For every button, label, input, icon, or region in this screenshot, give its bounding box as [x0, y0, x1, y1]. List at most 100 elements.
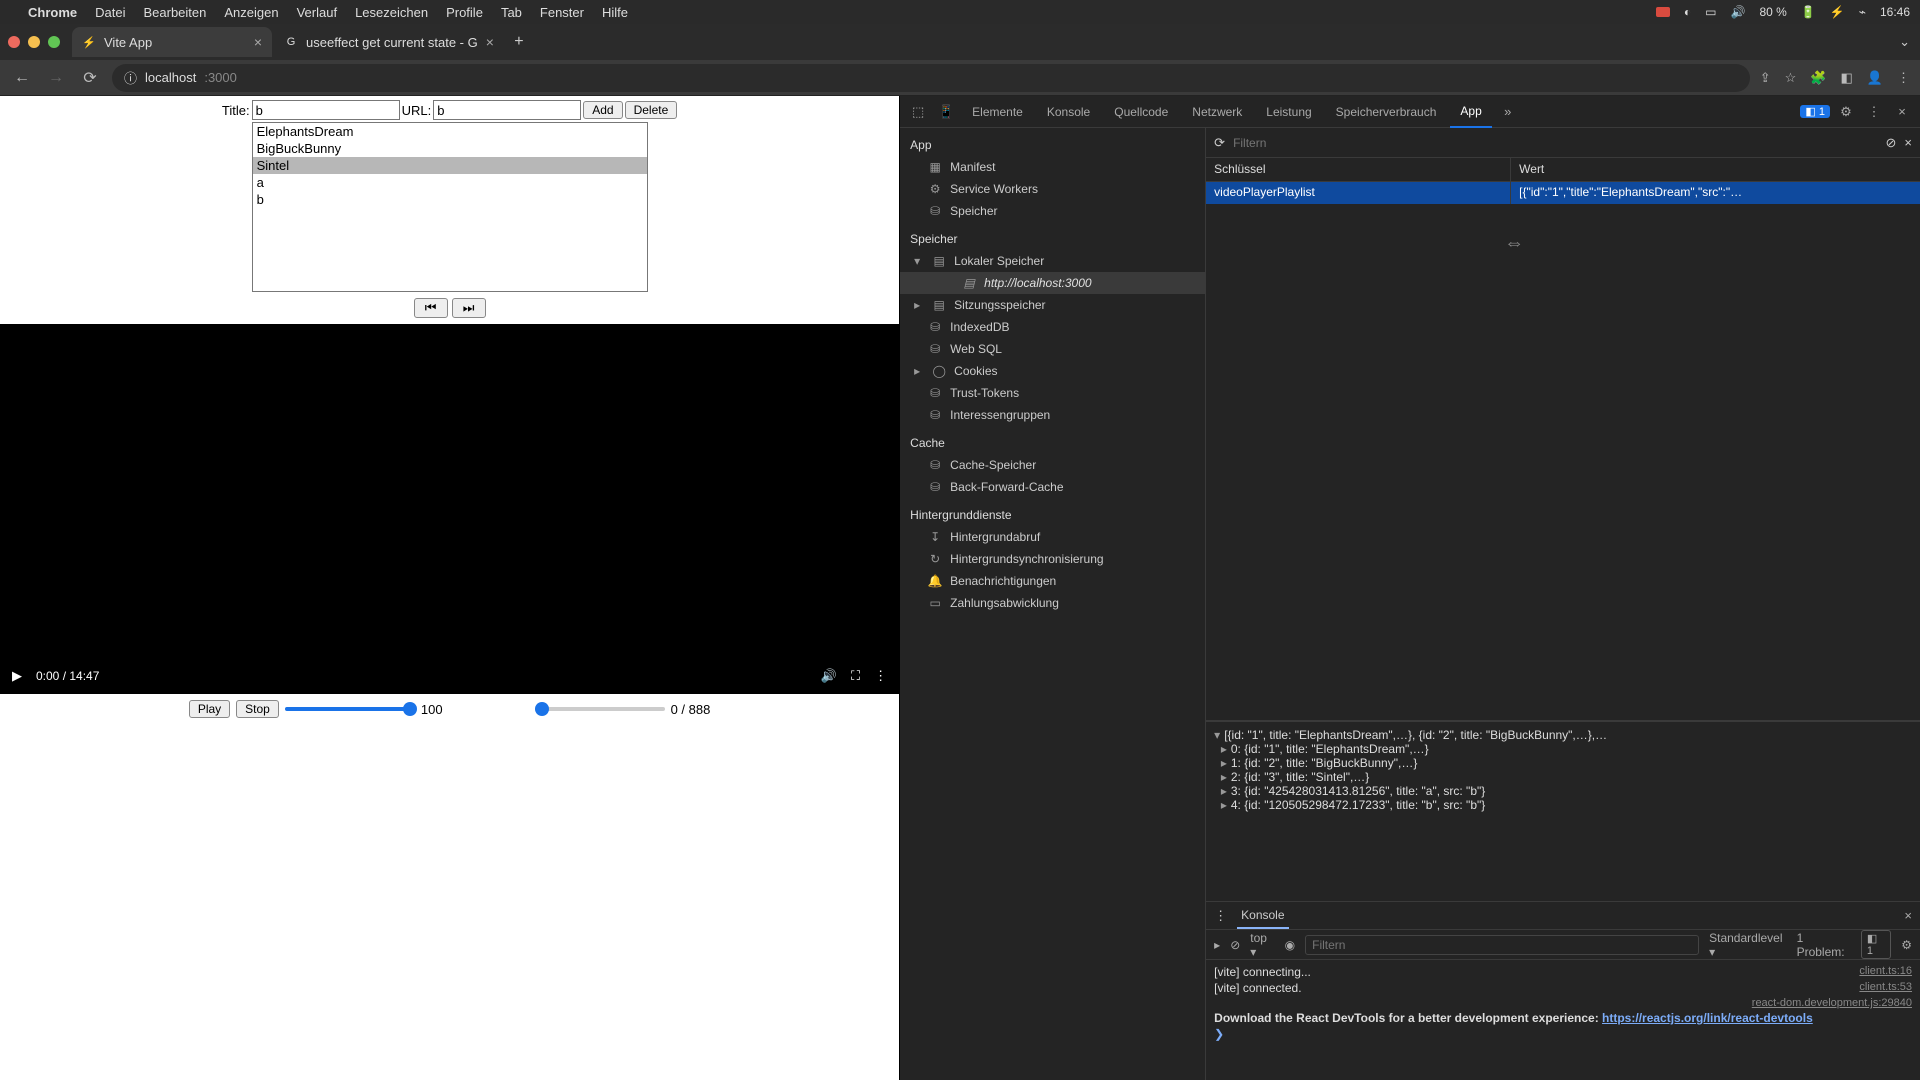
console-filter-input[interactable] [1305, 935, 1699, 955]
console-clear-icon[interactable]: ⊘ [1230, 938, 1240, 952]
display-icon[interactable]: ▭ [1705, 5, 1716, 19]
devtools-tab-quellcode[interactable]: Quellcode [1104, 96, 1178, 128]
close-window-button[interactable] [8, 36, 20, 48]
console-tab-label[interactable]: Konsole [1237, 903, 1288, 929]
devtools-tab-netzwerk[interactable]: Netzwerk [1182, 96, 1252, 128]
video-menu-icon[interactable]: ⋮ [874, 668, 887, 684]
devtools-settings-icon[interactable]: ⚙ [1834, 100, 1858, 124]
recording-indicator-icon[interactable] [1656, 7, 1670, 17]
console-context[interactable]: top ▾ [1250, 931, 1274, 959]
issues-badge[interactable]: ◧ 1 [1800, 105, 1830, 118]
playlist[interactable]: ElephantsDream BigBuckBunny Sintel a b [252, 122, 648, 292]
column-resize-icon[interactable]: ⇔ [1504, 232, 1524, 255]
position-slider[interactable] [535, 700, 665, 718]
close-icon[interactable]: × [1904, 135, 1912, 150]
console-menu-icon[interactable]: ⋮ [1214, 908, 1227, 924]
sidebar-item-trust-tokens[interactable]: ⛁Trust-Tokens [900, 382, 1205, 404]
playlist-item[interactable]: ElephantsDream [253, 123, 647, 140]
playlist-item[interactable]: Sintel [253, 157, 647, 174]
devtools-tab-konsole[interactable]: Konsole [1037, 96, 1100, 128]
menu-datei[interactable]: Datei [95, 5, 125, 20]
maximize-window-button[interactable] [48, 36, 60, 48]
next-track-button[interactable]: ⏭ [452, 298, 486, 318]
devtools-close-icon[interactable]: × [1890, 100, 1914, 124]
console-sidebar-icon[interactable]: ▸ [1214, 938, 1220, 952]
inspect-element-icon[interactable]: ⬚ [906, 100, 930, 124]
refresh-icon[interactable]: ⟳ [1214, 135, 1225, 151]
sidebar-item-session-storage[interactable]: ▸▤Sitzungsspeicher [900, 294, 1205, 316]
menu-anzeigen[interactable]: Anzeigen [224, 5, 278, 20]
playlist-item[interactable]: b [253, 191, 647, 208]
sidepanel-icon[interactable]: ◧ [1841, 70, 1853, 86]
back-button[interactable]: ← [10, 66, 34, 90]
new-tab-button[interactable]: + [506, 29, 532, 55]
sidebar-item-speicher[interactable]: ⛁Speicher [900, 200, 1205, 222]
sidebar-item-local-storage[interactable]: ▾▤Lokaler Speicher [900, 250, 1205, 272]
sidebar-item-indexeddb[interactable]: ⛁IndexedDB [900, 316, 1205, 338]
tab-vite-app[interactable]: ⚡ Vite App × [72, 27, 272, 57]
clear-icon[interactable]: ⊘ [1886, 135, 1897, 151]
menu-tab[interactable]: Tab [501, 5, 522, 20]
reload-button[interactable]: ⟳ [78, 66, 102, 90]
chrome-menu-icon[interactable]: ⋮ [1897, 70, 1910, 86]
video-player[interactable]: ▶ 0:00 / 14:47 🔊 ⛶ ⋮ [0, 324, 899, 694]
wifi-icon[interactable]: ⚡ [1830, 5, 1845, 19]
menu-bearbeiten[interactable]: Bearbeiten [143, 5, 206, 20]
prev-track-button[interactable]: ⏮ [414, 298, 448, 318]
add-button[interactable]: Add [583, 101, 622, 119]
play-button[interactable]: Play [189, 700, 230, 718]
bookmark-icon[interactable]: ☆ [1785, 70, 1797, 86]
video-fullscreen-icon[interactable]: ⛶ [851, 668, 860, 684]
chevron-down-icon[interactable]: ▾ [914, 254, 924, 268]
video-volume-icon[interactable]: 🔊 [821, 668, 837, 684]
tab-list-button[interactable]: ⌄ [1899, 34, 1910, 50]
sidebar-item-bg-fetch[interactable]: ↧Hintergrundabruf [900, 526, 1205, 548]
devtools-tab-elemente[interactable]: Elemente [962, 96, 1033, 128]
forward-button[interactable]: → [44, 66, 68, 90]
menubar-app[interactable]: Chrome [28, 5, 77, 20]
sidebar-item-payment[interactable]: ▭Zahlungsabwicklung [900, 592, 1205, 614]
extensions-icon[interactable]: 🧩 [1810, 70, 1826, 86]
storage-row[interactable]: videoPlayerPlaylist [{"id":"1","title":"… [1206, 182, 1920, 204]
more-tabs-icon[interactable]: » [1496, 100, 1520, 124]
console-log[interactable]: [vite] connecting...client.ts:16 [vite] … [1206, 960, 1920, 1080]
console-problems-badge[interactable]: ◧ 1 [1861, 930, 1891, 959]
share-icon[interactable]: ⇪ [1760, 70, 1771, 86]
devtools-tab-app[interactable]: App [1450, 96, 1491, 128]
storage-filter-input[interactable] [1233, 136, 1877, 150]
playlist-item[interactable]: BigBuckBunny [253, 140, 647, 157]
sidebar-item-bg-sync[interactable]: ↻Hintergrundsynchronisierung [900, 548, 1205, 570]
title-input[interactable] [252, 100, 400, 120]
clock[interactable]: 16:46 [1880, 5, 1910, 19]
devtools-tab-speicherverbrauch[interactable]: Speicherverbrauch [1326, 96, 1447, 128]
sidebar-item-websql[interactable]: ⛁Web SQL [900, 338, 1205, 360]
sidebar-item-service-workers[interactable]: ⚙Service Workers [900, 178, 1205, 200]
profile-icon[interactable]: 👤 [1867, 70, 1883, 86]
minimize-window-button[interactable] [28, 36, 40, 48]
omnibox[interactable]: ⓘ localhost:3000 [112, 64, 1750, 92]
delete-button[interactable]: Delete [625, 101, 678, 119]
sidebar-item-origin[interactable]: ▤http://localhost:3000 [900, 272, 1205, 294]
battery-icon[interactable]: 🔋 [1801, 5, 1816, 19]
volume-slider[interactable] [285, 700, 415, 718]
sidebar-item-interest-groups[interactable]: ⛁Interessengruppen [900, 404, 1205, 426]
device-toolbar-icon[interactable]: 📱 [934, 100, 958, 124]
storage-col-value[interactable]: Wert [1511, 158, 1552, 181]
site-info-icon[interactable]: ⓘ [124, 68, 137, 87]
menu-fenster[interactable]: Fenster [540, 5, 584, 20]
close-tab-icon[interactable]: × [254, 34, 262, 50]
tray-icon[interactable]: ◐ [1684, 5, 1691, 19]
devtools-menu-icon[interactable]: ⋮ [1862, 100, 1886, 124]
video-play-icon[interactable]: ▶ [12, 668, 22, 684]
menu-lesezeichen[interactable]: Lesezeichen [355, 5, 428, 20]
sidebar-item-manifest[interactable]: ▦Manifest [900, 156, 1205, 178]
close-tab-icon[interactable]: × [486, 34, 494, 50]
control-center-icon[interactable]: ⌁ [1859, 5, 1866, 19]
sidebar-item-bf-cache[interactable]: ⛁Back-Forward-Cache [900, 476, 1205, 498]
storage-preview[interactable]: ▾[{id: "1", title: "ElephantsDream",…}, … [1206, 721, 1920, 901]
playlist-item[interactable]: a [253, 174, 647, 191]
stop-button[interactable]: Stop [236, 700, 279, 718]
console-close-icon[interactable]: × [1904, 908, 1912, 923]
sidebar-item-cookies[interactable]: ▸◯Cookies [900, 360, 1205, 382]
chevron-right-icon[interactable]: ▸ [914, 364, 924, 378]
